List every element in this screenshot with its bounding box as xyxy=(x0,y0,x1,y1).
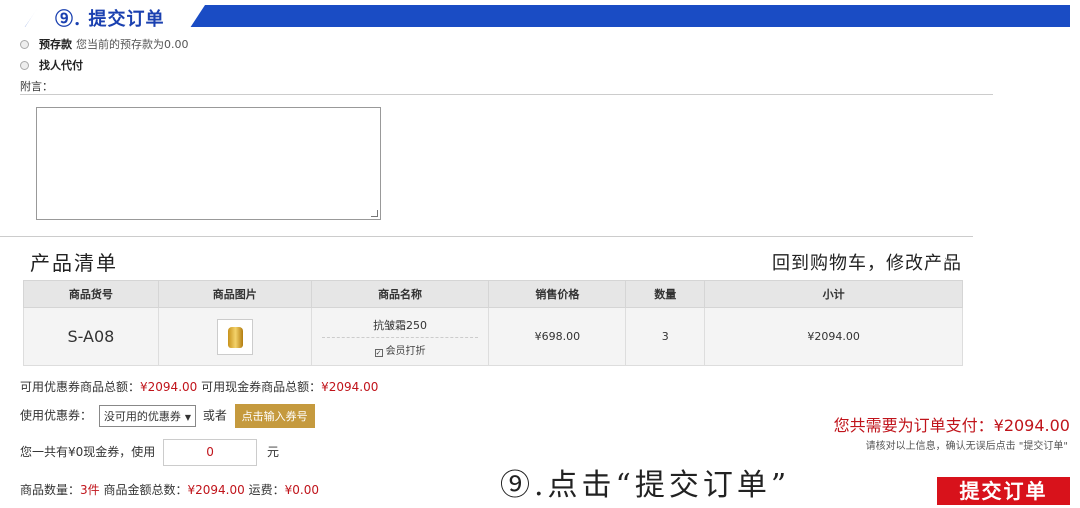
memo-textarea[interactable] xyxy=(36,107,381,220)
yuan-label: 元 xyxy=(266,445,279,459)
payment-option-prepaid[interactable]: 预存款 您当前的预存款为0.00 xyxy=(20,36,189,52)
cash-total-label: 可用现金券商品总额： xyxy=(201,380,322,394)
product-thumbnail[interactable] xyxy=(216,318,253,355)
column-header-price: 销售价格 xyxy=(488,280,627,308)
payment-option-proxy[interactable]: 找人代付 xyxy=(20,57,87,73)
payment-option-note: 您当前的预存款为0.00 xyxy=(76,38,189,51)
checkbox-icon: ✓ xyxy=(374,348,383,357)
product-qty: 3 xyxy=(625,307,706,366)
payment-option-label: 预存款 xyxy=(39,38,72,51)
step-title: ⑨. 提交订单 xyxy=(55,9,165,30)
column-header-qty: 数量 xyxy=(625,280,706,308)
coupon-total-value: ¥2094.00 xyxy=(140,380,198,394)
product-subtotal: ¥2094.00 xyxy=(704,307,963,366)
memo-label: 附言： xyxy=(20,80,53,93)
member-discount: ✓ 会员打折 xyxy=(374,345,426,357)
column-header-image: 商品图片 xyxy=(157,280,312,308)
product-list-title: 产品清单 xyxy=(30,251,118,275)
cash-voucher-label: 您一共有¥0现金券，使用 xyxy=(20,445,156,459)
coupon-total-label: 可用优惠券商品总额： xyxy=(20,380,141,394)
coupon-select-value: 没可用的优惠券 xyxy=(103,410,181,423)
divider xyxy=(20,94,993,95)
enter-coupon-code-button[interactable]: 点击输入券号 xyxy=(234,404,315,428)
submit-order-button[interactable]: 提交订单 xyxy=(937,477,1070,505)
coupon-line: 使用优惠券： 没可用的优惠券 ▼ 或者 点击输入券号 xyxy=(20,404,315,428)
double-chevron-right-icon: ›› xyxy=(944,253,953,266)
product-table: 商品货号 商品图片 商品名称 销售价格 数量 小计 S-A08 抗皱霜250 ✓… xyxy=(23,280,963,366)
payment-total: 您共需要为订单支付：¥2094.00 xyxy=(833,416,1070,435)
goods-total-label: 商品金额总数： xyxy=(103,483,188,497)
order-totals-line: 商品数量：3件 商品金额总数：¥2094.00 运费：¥0.00 xyxy=(20,481,319,498)
back-to-cart-link[interactable]: 回到购物车，修改产品 xyxy=(772,249,962,275)
cream-jar-icon xyxy=(227,326,243,348)
or-label: 或者 xyxy=(202,408,227,423)
product-name-cell: 抗皱霜250 ✓ 会员打折 xyxy=(310,307,490,366)
product-name[interactable]: 抗皱霜250 xyxy=(321,317,479,338)
table-header-row: 商品货号 商品图片 商品名称 销售价格 数量 小计 xyxy=(23,280,963,308)
radio-button[interactable] xyxy=(20,60,29,70)
column-header-sku: 商品货号 xyxy=(23,280,159,308)
cash-voucher-line: 您一共有¥0现金券，使用 0 元 xyxy=(20,439,279,466)
qty-value: 3件 xyxy=(80,483,100,497)
resize-grip-icon[interactable] xyxy=(371,210,378,217)
member-discount-label: 会员打折 xyxy=(385,345,426,357)
payment-option-label: 找人代付 xyxy=(39,59,83,72)
column-header-subtotal: 小计 xyxy=(704,280,963,308)
dropdown-arrow-icon: ▼ xyxy=(184,413,191,422)
cash-voucher-input[interactable]: 0 xyxy=(163,439,258,466)
divider xyxy=(0,236,973,237)
cash-total-value: ¥2094.00 xyxy=(321,380,379,394)
radio-button[interactable] xyxy=(20,39,29,49)
qty-label: 商品数量： xyxy=(20,483,81,497)
use-coupon-label: 使用优惠券： xyxy=(20,408,93,423)
table-row: S-A08 抗皱霜250 ✓ 会员打折 ¥698.00 3 ¥2094.00 xyxy=(23,307,963,366)
column-header-name: 商品名称 xyxy=(310,280,490,308)
instruction-text: ⑨.点击“提交订单” xyxy=(500,468,791,503)
shipping-value: ¥0.00 xyxy=(284,483,319,497)
shipping-label: 运费： xyxy=(248,483,285,497)
product-image-cell xyxy=(157,307,312,366)
product-sku: S-A08 xyxy=(23,307,159,366)
coupon-select[interactable]: 没可用的优惠券 ▼ xyxy=(98,405,196,427)
goods-total-value: ¥2094.00 xyxy=(187,483,245,497)
eligible-totals-line: 可用优惠券商品总额：¥2094.00 可用现金券商品总额：¥2094.00 xyxy=(20,378,378,395)
confirm-note: 请核对以上信息，确认无误后点击 "提交订单" xyxy=(865,441,1068,452)
product-price: ¥698.00 xyxy=(488,307,627,366)
